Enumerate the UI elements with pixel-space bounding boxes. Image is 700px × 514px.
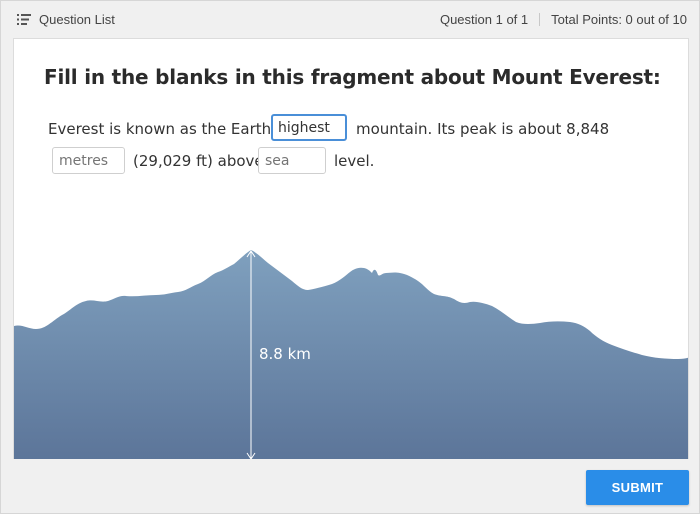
height-label: 8.8 km <box>259 345 311 363</box>
blank-input-1[interactable] <box>271 114 347 141</box>
mountain-silhouette <box>14 250 688 459</box>
mountain-illustration <box>14 250 688 459</box>
progress-info: Question 1 of 1 Total Points: 0 out of 1… <box>440 12 687 27</box>
question-card: Fill in the blanks in this fragment abou… <box>13 38 689 459</box>
sentence-part-4: level. <box>334 152 375 170</box>
divider <box>539 13 541 26</box>
total-points: Total Points: 0 out of 10 <box>551 12 687 27</box>
quiz-frame: Question List Question 1 of 1 Total Poin… <box>0 0 700 514</box>
question-title: Fill in the blanks in this fragment abou… <box>44 65 661 89</box>
list-icon <box>17 14 31 25</box>
question-list-button[interactable]: Question List <box>17 12 115 27</box>
submit-button[interactable]: SUBMIT <box>586 470 689 505</box>
blank-input-3[interactable] <box>258 147 326 174</box>
question-counter: Question 1 of 1 <box>439 12 529 27</box>
top-bar: Question List Question 1 of 1 Total Poin… <box>1 1 699 37</box>
sentence-part-1: Everest is known as the Earth's <box>48 120 284 138</box>
question-list-label: Question List <box>39 12 115 27</box>
sentence-part-3: (29,029 ft) above <box>133 152 264 170</box>
blank-input-2[interactable] <box>52 147 125 174</box>
sentence-part-2: mountain. Its peak is about 8,848 <box>356 120 610 138</box>
